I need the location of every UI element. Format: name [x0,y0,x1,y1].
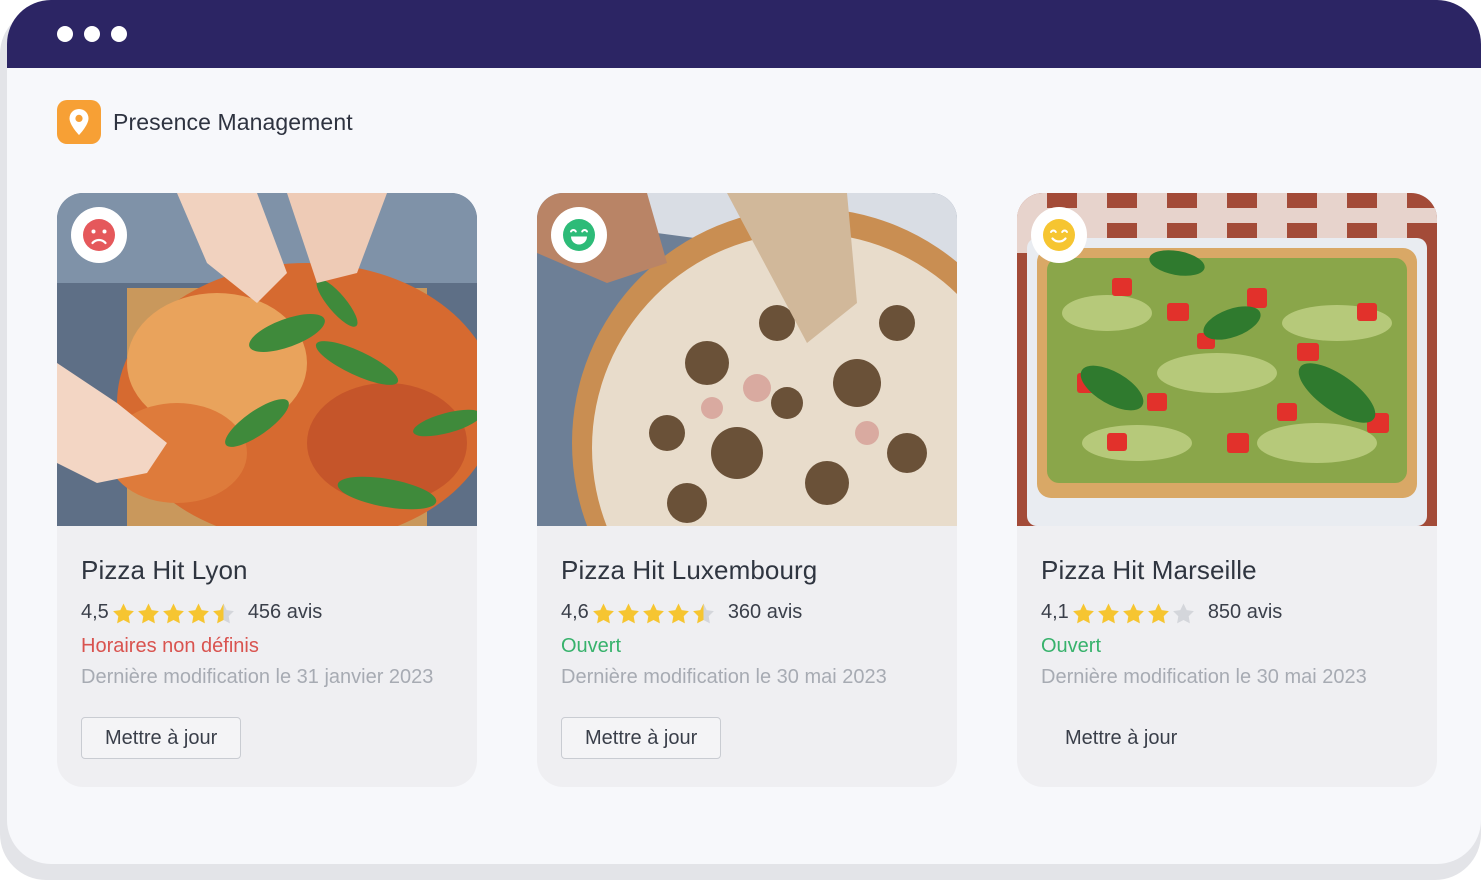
window-dot-3 [111,26,127,42]
last-modified: Dernière modification le 31 janvier 2023 [81,666,434,688]
star-filled-icon [112,603,134,623]
star-half-icon [692,603,714,623]
star-filled-icon [1122,603,1144,623]
star-filled-icon [162,603,184,623]
rating-row: 4,1 850 avis [1041,601,1282,624]
grinning-face-icon [551,207,607,263]
rating-value: 4,5 [81,601,109,623]
star-filled-icon [1147,603,1169,623]
star-empty-icon [1172,603,1194,623]
pizza-photo [57,193,477,526]
review-count: 360 avis [727,601,803,623]
location-card-luxembourg: Pizza Hit Luxembourg 4,6 360 avis Ouvert… [537,193,957,787]
last-modified: Dernière modification le 30 mai 2023 [1041,666,1367,688]
star-filled-icon [1097,603,1119,623]
star-rating [1071,602,1196,624]
location-name: Pizza Hit Luxembourg [561,555,818,585]
app-header: Presence Management [57,100,353,144]
app-window: Presence Management Pizza Hit Lyon 4,5 4… [7,0,1481,864]
app-title: Presence Management [113,108,353,135]
star-filled-icon [592,603,614,623]
status-text: Ouvert [1041,635,1102,657]
location-card-lyon: Pizza Hit Lyon 4,5 456 avis Horaires non… [57,193,477,787]
sad-face-icon [71,207,127,263]
update-button[interactable]: Mettre à jour [561,717,722,759]
location-name: Pizza Hit Marseille [1041,555,1257,585]
star-half-icon [212,603,234,623]
rating-row: 4,5 456 avis [81,601,322,624]
star-filled-icon [187,603,209,623]
star-filled-icon [617,603,639,623]
star-filled-icon [137,603,159,623]
review-count: 850 avis [1207,601,1283,623]
pizza-photo [1017,193,1437,526]
location-name: Pizza Hit Lyon [81,555,248,585]
window-dot-2 [84,26,100,42]
rating-row: 4,6 360 avis [561,601,802,624]
window-dot-1 [57,26,73,42]
star-filled-icon [1072,603,1094,623]
window-titlebar [7,0,1481,68]
rating-value: 4,1 [1041,601,1069,623]
star-rating [111,602,236,624]
status-text: Ouvert [561,635,622,657]
rating-value: 4,6 [561,601,589,623]
smiling-face-icon [1031,207,1087,263]
pizza-photo [537,193,957,526]
star-filled-icon [642,603,664,623]
last-modified: Dernière modification le 30 mai 2023 [561,666,887,688]
star-rating [591,602,716,624]
star-filled-icon [667,603,689,623]
location-card-marseille: Pizza Hit Marseille 4,1 850 avis Ouvert … [1017,193,1437,787]
update-button[interactable]: Mettre à jour [1041,717,1201,759]
review-count: 456 avis [247,601,323,623]
status-text: Horaires non définis [81,635,259,657]
map-pin-icon [57,100,101,144]
update-button[interactable]: Mettre à jour [81,717,242,759]
